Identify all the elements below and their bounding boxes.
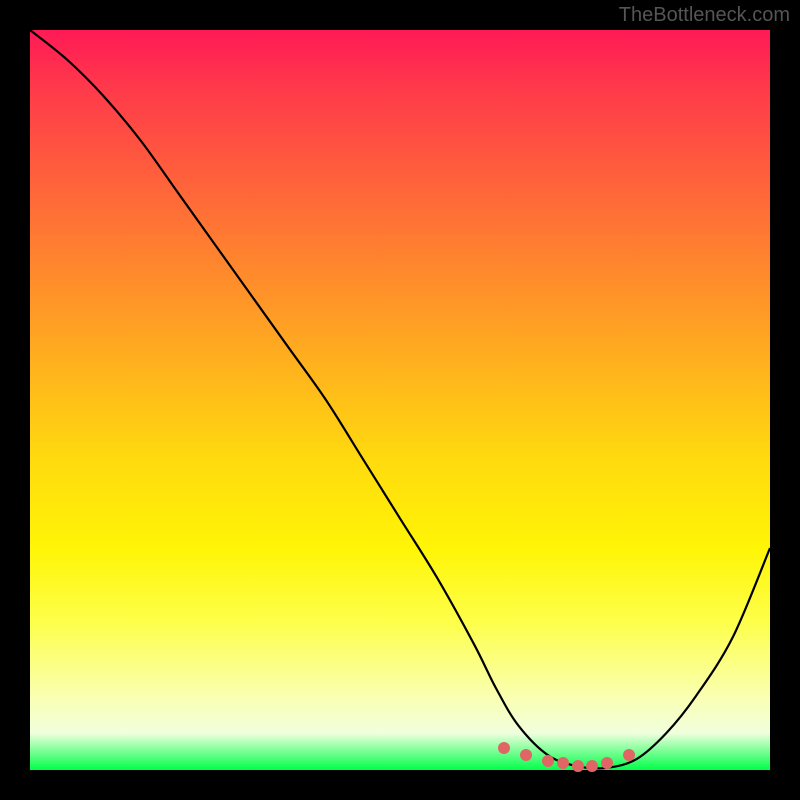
marker-dot (542, 755, 554, 767)
marker-dot (572, 760, 584, 772)
marker-dot (520, 749, 532, 761)
marker-dot (623, 749, 635, 761)
watermark-text: TheBottleneck.com (619, 4, 790, 27)
marker-dot (557, 757, 569, 769)
bottleneck-curve (30, 30, 770, 770)
marker-dot (498, 742, 510, 754)
marker-dot (601, 757, 613, 769)
chart-plot-area (30, 30, 770, 770)
marker-dot (586, 760, 598, 772)
